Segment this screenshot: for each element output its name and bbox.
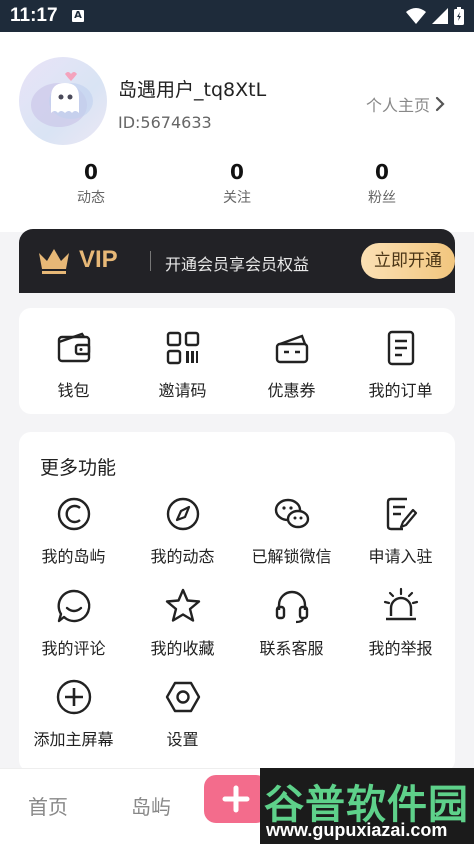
wallet-label: 钱包 <box>57 381 90 400</box>
apply-settle-label: 申请入驻 <box>368 547 433 566</box>
avatar-ghost-icon <box>31 72 93 127</box>
vip-title: VIP <box>79 246 118 273</box>
stat-following[interactable]: 0 关注 <box>187 160 287 207</box>
add-circle-icon <box>56 679 91 715</box>
my-reports-button[interactable]: 我的举报 <box>346 586 455 659</box>
my-islands-label: 我的岛屿 <box>41 547 106 566</box>
wallet-icon <box>57 332 90 363</box>
apply-settle-button[interactable]: 申请入驻 <box>346 494 455 567</box>
island-icon <box>57 497 90 531</box>
add-home-screen-label: 添加主屏幕 <box>33 730 114 749</box>
my-islands-button[interactable]: 我的岛屿 <box>19 494 128 567</box>
settings-button[interactable]: 设置 <box>128 677 237 750</box>
username: 岛遇用户_tq8XtL <box>118 79 267 101</box>
my-reports-label: 我的举报 <box>368 639 433 658</box>
settings-label: 设置 <box>166 730 199 749</box>
my-comments-label: 我的评论 <box>41 639 106 658</box>
vip-description: 开通会员享会员权益 <box>165 255 310 274</box>
status-icons <box>406 7 464 25</box>
my-orders-label: 我的订单 <box>368 381 433 400</box>
homepage-link[interactable]: 个人主页 <box>366 92 446 116</box>
qr-code-icon <box>166 331 199 365</box>
profile-header: 岛遇用户_tq8XtL ID:5674633 个人主页 0 动态 0 关注 0 … <box>0 32 474 232</box>
order-icon <box>387 330 414 366</box>
homepage-link-label: 个人主页 <box>365 96 430 115</box>
my-posts-button[interactable]: 我的动态 <box>128 494 237 567</box>
notification-indicator-icon: A <box>72 10 84 22</box>
compass-icon <box>166 497 199 531</box>
publish-plus-button[interactable] <box>204 775 268 823</box>
stat-posts-value: 0 <box>84 160 98 184</box>
stat-posts-label: 动态 <box>77 190 105 206</box>
my-comments-button[interactable]: 我的评论 <box>19 586 128 659</box>
add-home-screen-button[interactable]: 添加主屏幕 <box>19 677 128 750</box>
stat-fans-label: 粉丝 <box>368 190 396 206</box>
more-features-title: 更多功能 <box>40 457 117 479</box>
watermark: 谷普软件园 www.gupuxiazai.com <box>260 768 474 844</box>
nav-home[interactable]: 首页 <box>28 791 68 820</box>
crown-icon <box>39 249 69 274</box>
invite-code-label: 邀请码 <box>158 381 207 400</box>
battery-icon <box>454 7 464 25</box>
more-features-card: 更多功能 我的岛屿 我的动态 已解锁微信 申请入驻 我的评论 我的收藏 联系客服… <box>19 432 455 772</box>
stat-fans[interactable]: 0 粉丝 <box>332 160 432 207</box>
vip-open-button[interactable]: 立即开通 <box>361 243 455 279</box>
my-orders-button[interactable]: 我的订单 <box>346 328 455 401</box>
chevron-right-icon <box>435 96 445 112</box>
contact-support-label: 联系客服 <box>259 639 324 658</box>
signal-icon <box>432 8 448 24</box>
status-time: 11:17 <box>10 5 58 26</box>
nav-islands[interactable]: 岛屿 <box>131 791 171 820</box>
alarm-icon <box>383 587 418 621</box>
wifi-icon <box>406 8 426 24</box>
stat-fans-value: 0 <box>375 160 389 184</box>
my-posts-label: 我的动态 <box>150 547 215 566</box>
user-id: ID:5674633 <box>118 113 212 132</box>
avatar[interactable] <box>19 57 107 145</box>
vip-divider <box>150 251 151 271</box>
wechat-icon <box>274 498 309 529</box>
coupon-label: 优惠券 <box>267 381 316 400</box>
my-favorites-button[interactable]: 我的收藏 <box>128 586 237 659</box>
stat-posts[interactable]: 0 动态 <box>41 160 141 207</box>
unlocked-wechat-button[interactable]: 已解锁微信 <box>237 494 346 567</box>
watermark-url: www.gupuxiazai.com <box>266 820 448 840</box>
invite-code-button[interactable]: 邀请码 <box>128 328 237 401</box>
stat-following-value: 0 <box>230 160 244 184</box>
wallet-button[interactable]: 钱包 <box>19 328 128 401</box>
status-bar: 11:17 A <box>0 0 474 32</box>
comment-icon <box>56 589 90 623</box>
headset-icon <box>275 590 308 624</box>
contact-support-button[interactable]: 联系客服 <box>237 586 346 659</box>
my-favorites-label: 我的收藏 <box>150 639 215 658</box>
star-icon <box>165 588 200 622</box>
coupon-icon <box>275 334 308 364</box>
settings-icon <box>165 681 200 713</box>
stat-following-label: 关注 <box>223 190 251 206</box>
quick-actions-card: 钱包 邀请码 优惠券 我的订单 <box>19 308 455 414</box>
unlocked-wechat-label: 已解锁微信 <box>251 547 332 566</box>
coupon-button[interactable]: 优惠券 <box>237 328 346 401</box>
plus-icon <box>222 785 250 813</box>
apply-icon <box>386 497 417 531</box>
vip-banner[interactable]: VIP 开通会员享会员权益 立即开通 <box>19 229 455 293</box>
